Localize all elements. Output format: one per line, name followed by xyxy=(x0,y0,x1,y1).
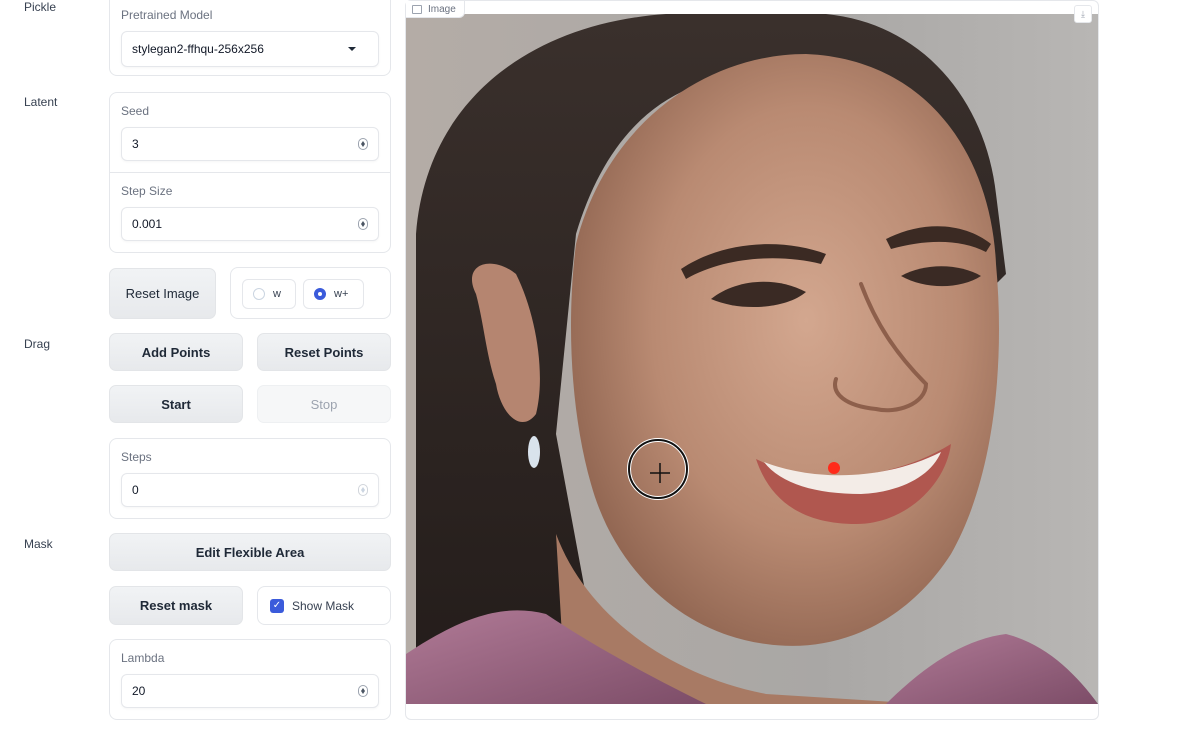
latent-card: Seed 3 Step Size 0.001 xyxy=(109,92,391,253)
lambda-card: Lambda 20 xyxy=(109,639,391,720)
lambda-input[interactable]: 20 xyxy=(121,674,379,708)
pretrained-model-label: Pretrained Model xyxy=(121,8,213,22)
step-size-value: 0.001 xyxy=(132,217,163,231)
image-label: Image xyxy=(428,3,456,15)
handle-point-icon xyxy=(828,462,840,474)
image-canvas[interactable] xyxy=(406,14,1098,704)
image-panel: Image ⤓ xyxy=(405,0,1099,720)
image-tag: Image xyxy=(406,1,465,18)
section-label-drag: Drag xyxy=(24,337,51,351)
lambda-label: Lambda xyxy=(121,651,165,665)
radio-button-unchecked[interactable] xyxy=(253,288,265,300)
radio-option-w-plus[interactable]: w+ xyxy=(303,279,364,309)
steps-value: 0 xyxy=(132,483,139,497)
stepper-icon[interactable] xyxy=(358,484,368,496)
reset-points-button[interactable]: Reset Points xyxy=(257,333,391,371)
stop-button[interactable]: Stop xyxy=(257,385,391,423)
edit-flexible-area-button[interactable]: Edit Flexible Area xyxy=(109,533,391,571)
section-label-mask: Mask xyxy=(24,537,53,551)
stepper-icon[interactable] xyxy=(358,685,368,697)
steps-input[interactable]: 0 xyxy=(121,473,379,507)
chevron-down-icon[interactable] xyxy=(348,47,356,51)
radio-option-label: w xyxy=(273,288,281,300)
steps-label: Steps xyxy=(121,450,152,464)
add-points-button[interactable]: Add Points xyxy=(109,333,243,371)
reset-mask-button[interactable]: Reset mask xyxy=(109,586,243,625)
seed-input[interactable]: 3 xyxy=(121,127,379,161)
start-button[interactable]: Start xyxy=(109,385,243,423)
radio-option-w[interactable]: w xyxy=(242,279,296,309)
earring xyxy=(528,436,540,468)
latent-space-radio-group: w w+ xyxy=(230,267,391,319)
section-label-pickle: Pickle xyxy=(24,0,57,14)
steps-card: Steps 0 xyxy=(109,438,391,519)
seed-value: 3 xyxy=(132,137,139,151)
pretrained-model-select[interactable]: stylegan2-ffhqu-256x256 xyxy=(121,31,379,67)
stepper-icon[interactable] xyxy=(358,218,368,230)
radio-button-checked[interactable] xyxy=(314,288,326,300)
stepper-icon[interactable] xyxy=(358,138,368,150)
step-size-label: Step Size xyxy=(121,184,173,198)
download-icon[interactable]: ⤓ xyxy=(1074,5,1092,23)
lambda-value: 20 xyxy=(132,684,146,698)
checkmark-icon[interactable]: ✓ xyxy=(270,598,284,613)
show-mask-label: Show Mask xyxy=(292,598,355,613)
pretrained-model-value: stylegan2-ffhqu-256x256 xyxy=(132,42,264,56)
pretrained-model-card: Pretrained Model stylegan2-ffhqu-256x256 xyxy=(109,0,391,76)
reset-image-button[interactable]: Reset Image xyxy=(109,268,216,319)
section-label-latent: Latent xyxy=(24,95,58,109)
divider xyxy=(110,172,390,173)
seed-label: Seed xyxy=(121,104,150,118)
radio-option-label: w+ xyxy=(334,288,349,300)
image-icon xyxy=(412,4,422,14)
step-size-input[interactable]: 0.001 xyxy=(121,207,379,241)
face xyxy=(571,54,999,646)
generated-face-image[interactable] xyxy=(406,14,1098,704)
show-mask-checkbox[interactable]: ✓ Show Mask xyxy=(257,586,391,625)
